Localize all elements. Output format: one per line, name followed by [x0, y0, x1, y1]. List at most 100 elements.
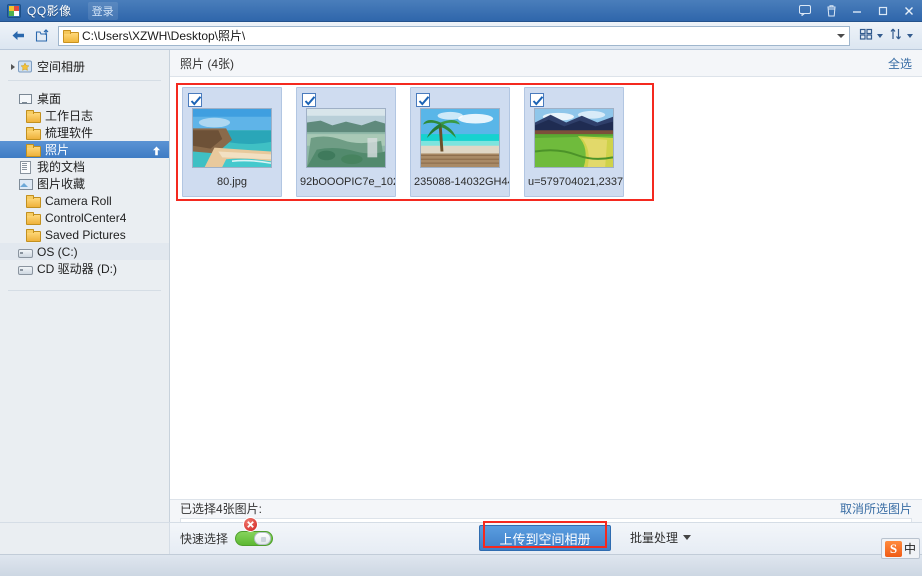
sidebar-item-my-documents[interactable]: 我的文档	[0, 158, 169, 175]
batch-process-button[interactable]: 批量处理	[630, 529, 691, 546]
photo-label: u=579704021,233773...	[525, 176, 623, 188]
sidebar-item-desktop[interactable]: 桌面	[0, 90, 169, 107]
document-icon	[18, 160, 32, 173]
photo-card[interactable]: 92bOOOPIC7e_1024.j...	[296, 87, 396, 197]
back-arrow-icon[interactable]	[6, 25, 30, 47]
folder-icon	[26, 211, 40, 224]
quick-select-label: 快速选择	[180, 530, 228, 547]
folder-icon	[26, 143, 40, 156]
photo-checkbox[interactable]	[416, 93, 430, 107]
minimize-icon[interactable]	[844, 0, 870, 22]
sort-icon	[889, 27, 903, 44]
sidebar-item-label: OS (C:)	[37, 245, 78, 259]
sidebar-item-saved-pictures[interactable]: Saved Pictures	[0, 226, 169, 243]
folder-icon	[26, 109, 40, 122]
window-title: QQ影像	[27, 2, 72, 19]
body: 空间相册 桌面 工作日志 梳理软件 照片	[0, 50, 922, 572]
desktop-icon	[18, 92, 32, 105]
sidebar: 空间相册 桌面 工作日志 梳理软件 照片	[0, 50, 170, 572]
photo-card[interactable]: u=579704021,233773...	[524, 87, 624, 197]
photo-card[interactable]: 80.jpg	[182, 87, 282, 197]
folder-icon	[63, 30, 77, 41]
sidebar-item-photos[interactable]: 照片	[0, 141, 169, 158]
sidebar-item-label: ControlCenter4	[45, 211, 126, 225]
sidebar-divider	[8, 290, 161, 291]
sidebar-divider	[8, 80, 161, 81]
sidebar-item-camera-roll[interactable]: Camera Roll	[0, 192, 169, 209]
sidebar-item-label: 我的文档	[37, 158, 85, 175]
sidebar-item-pictures[interactable]: 图片收藏	[0, 175, 169, 192]
sidebar-item-software[interactable]: 梳理软件	[0, 124, 169, 141]
up-folder-icon[interactable]	[30, 25, 54, 47]
sidebar-item-label: 梳理软件	[45, 124, 93, 141]
folder-icon	[26, 228, 40, 241]
sidebar-item-work-log[interactable]: 工作日志	[0, 107, 169, 124]
address-value: C:\Users\XZWH\Desktop\照片\	[82, 27, 245, 44]
sidebar-item-os-c[interactable]: OS (C:)	[0, 243, 169, 260]
skin-icon[interactable]	[818, 0, 844, 22]
login-link[interactable]: 登录	[88, 2, 118, 20]
footer-bar: 快速选择	[0, 522, 922, 554]
sidebar-item-space-album[interactable]: 空间相册	[0, 58, 169, 75]
view-mode-button[interactable]	[856, 27, 886, 44]
page-title: 照片 (4张)	[180, 55, 234, 72]
tray-header: 已选择4张图片: 取消所选图片	[170, 500, 922, 517]
status-bar	[0, 554, 922, 576]
sidebar-item-label: CD 驱动器 (D:)	[37, 260, 117, 277]
photo-label: 235088-14032GH443...	[411, 176, 509, 188]
cancel-selection-link[interactable]: 取消所选图片	[840, 500, 912, 517]
grid-view-icon	[859, 27, 873, 44]
upload-button[interactable]: 上传到空间相册	[479, 525, 611, 551]
qq-photo-logo-icon	[7, 4, 21, 18]
ime-mode-label[interactable]: 中	[904, 540, 916, 557]
expander-icon[interactable]	[8, 64, 18, 70]
qq-photo-window: QQ影像 登录 C:\Users\	[0, 0, 922, 576]
content-pane: 照片 (4张) 全选	[170, 50, 922, 572]
sidebar-item-label: Camera Roll	[45, 194, 112, 208]
address-bar[interactable]: C:\Users\XZWH\Desktop\照片\	[58, 26, 850, 46]
upload-arrow-icon[interactable]	[152, 145, 161, 155]
feedback-icon[interactable]	[792, 0, 818, 22]
photo-checkbox[interactable]	[188, 93, 202, 107]
title-bar: QQ影像 登录	[0, 0, 922, 22]
sidebar-item-label: 空间相册	[37, 58, 85, 75]
sidebar-item-cd-drive-d[interactable]: CD 驱动器 (D:)	[0, 260, 169, 277]
photo-label: 80.jpg	[183, 176, 281, 188]
batch-process-label: 批量处理	[630, 529, 678, 546]
ime-indicator[interactable]: S 中	[881, 538, 920, 559]
maximize-icon[interactable]	[870, 0, 896, 22]
chevron-down-icon[interactable]	[837, 34, 845, 38]
photo-card[interactable]: 235088-14032GH443...	[410, 87, 510, 197]
selected-count-label: 已选择4张图片:	[180, 500, 262, 517]
content-header: 照片 (4张) 全选	[170, 50, 922, 77]
star-album-icon	[18, 60, 32, 73]
sidebar-item-label: Saved Pictures	[45, 228, 126, 242]
close-icon[interactable]	[896, 0, 922, 22]
quick-select-toggle[interactable]	[235, 531, 273, 546]
chevron-down-icon	[877, 34, 883, 38]
drive-icon	[18, 262, 32, 275]
photo-thumbnail	[534, 108, 614, 168]
sort-button[interactable]	[886, 27, 916, 44]
footer-left-spacer	[0, 523, 170, 555]
photo-thumbnail	[420, 108, 500, 168]
select-all-link[interactable]: 全选	[888, 55, 912, 72]
drive-icon	[18, 245, 32, 258]
pictures-icon	[18, 177, 32, 190]
toggle-knob	[254, 532, 271, 545]
photo-thumbnail	[192, 108, 272, 168]
chevron-down-icon	[907, 34, 913, 38]
chevron-down-icon	[683, 535, 691, 540]
photo-thumbnail	[306, 108, 386, 168]
sidebar-item-label: 桌面	[37, 90, 61, 107]
sidebar-item-label: 图片收藏	[37, 175, 85, 192]
photo-label: 92bOOOPIC7e_1024.j...	[297, 176, 395, 188]
sidebar-item-label: 工作日志	[45, 107, 93, 124]
toolbar: C:\Users\XZWH\Desktop\照片\	[0, 22, 922, 50]
folder-icon	[26, 194, 40, 207]
photo-checkbox[interactable]	[530, 93, 544, 107]
sidebar-item-controlcenter4[interactable]: ControlCenter4	[0, 209, 169, 226]
photo-checkbox[interactable]	[302, 93, 316, 107]
photo-grid: 80.jpg	[170, 77, 922, 499]
remove-icon[interactable]	[243, 517, 258, 532]
